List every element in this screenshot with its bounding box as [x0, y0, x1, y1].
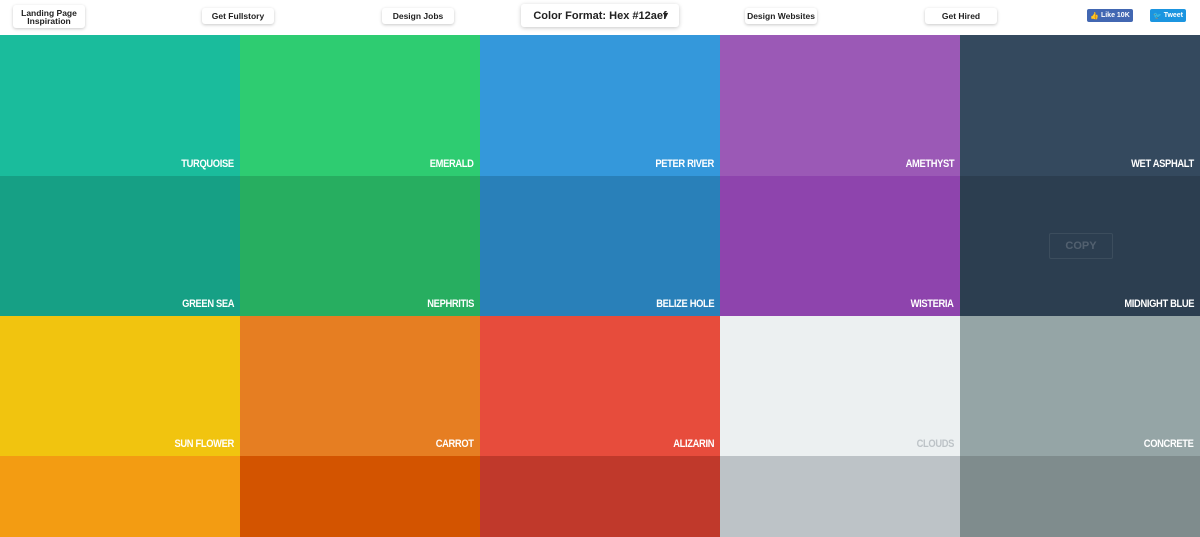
color-swatch[interactable]: CONCRETE	[960, 316, 1200, 456]
swatch-name: BELIZE HOLE	[655, 298, 714, 310]
color-swatch[interactable]: CLOUDS	[720, 316, 960, 456]
swatch-name: NEPHRITIS	[427, 298, 474, 310]
color-swatch[interactable]: BELIZE HOLE	[480, 176, 720, 316]
swatch-name: CLOUDS	[916, 438, 955, 450]
swatch-name: WET ASPHALT	[1131, 158, 1194, 170]
swatch-name: PETER RIVER	[655, 158, 714, 170]
color-swatch[interactable]	[0, 456, 240, 537]
thumbs-up-icon: 👍	[1090, 12, 1099, 20]
color-swatch[interactable]: WISTERIA	[720, 176, 960, 316]
color-swatch[interactable]: EMERALD	[240, 35, 480, 176]
color-swatch[interactable]: PETER RIVER	[480, 35, 720, 176]
top-bar: Landing Page Inspiration Get Fullstory D…	[0, 0, 1200, 35]
tweet-label: Tweet	[1163, 12, 1184, 19]
swatch-name: SUN FLOWER	[174, 438, 235, 450]
tweet-button[interactable]: 🐦 Tweet	[1150, 9, 1186, 22]
twitter-bird-icon: 🐦	[1152, 12, 1162, 20]
color-swatch[interactable]: NEPHRITIS	[240, 176, 480, 316]
get-fullstory-button[interactable]: Get Fullstory	[202, 8, 274, 24]
caret-down-icon: ▼	[661, 10, 670, 20]
color-swatch[interactable]: CARROT	[240, 316, 480, 456]
swatch-name: CONCRETE	[1144, 438, 1194, 450]
swatch-name: ALIZARIN	[673, 438, 714, 450]
swatch-name: WISTERIA	[911, 298, 954, 310]
facebook-like-button[interactable]: 👍 Like 10K	[1087, 9, 1133, 22]
color-swatch[interactable]: TURQUOISE	[0, 35, 240, 176]
color-format-label: Color Format: Hex #12aef	[533, 9, 667, 22]
get-hired-button[interactable]: Get Hired	[925, 8, 997, 24]
swatch-name: GREEN SEA	[181, 298, 234, 310]
swatch-name: MIDNIGHT BLUE	[1124, 298, 1194, 310]
color-format-select[interactable]: Color Format: Hex #12aef ▼	[521, 4, 679, 27]
color-swatch[interactable]: ALIZARIN	[480, 316, 720, 456]
swatch-name: EMERALD	[430, 158, 474, 170]
design-websites-button[interactable]: Design Websites	[745, 8, 817, 24]
color-swatch-grid: TURQUOISE EMERALD PETER RIVER AMETHYST WET A…	[0, 35, 1200, 537]
swatch-name: CARROT	[436, 438, 474, 450]
landing-page-inspiration-button[interactable]: Landing Page Inspiration	[13, 5, 85, 28]
color-swatch[interactable]	[480, 456, 720, 537]
color-swatch[interactable]	[240, 456, 480, 537]
color-swatch[interactable]: GREEN SEA	[0, 176, 240, 316]
color-swatch[interactable]	[720, 456, 960, 537]
like-count-label: Like 10K	[1100, 12, 1130, 19]
color-swatch[interactable]: MIDNIGHT BLUE COPY	[960, 176, 1200, 316]
swatch-name: AMETHYST	[905, 158, 954, 170]
color-swatch[interactable]	[960, 456, 1200, 537]
color-swatch[interactable]: AMETHYST	[720, 35, 960, 176]
swatch-name: TURQUOISE	[181, 158, 234, 170]
design-jobs-button[interactable]: Design Jobs	[382, 8, 454, 24]
color-swatch[interactable]: SUN FLOWER	[0, 316, 240, 456]
copy-button[interactable]: COPY	[1049, 233, 1113, 259]
color-swatch[interactable]: WET ASPHALT	[960, 35, 1200, 176]
